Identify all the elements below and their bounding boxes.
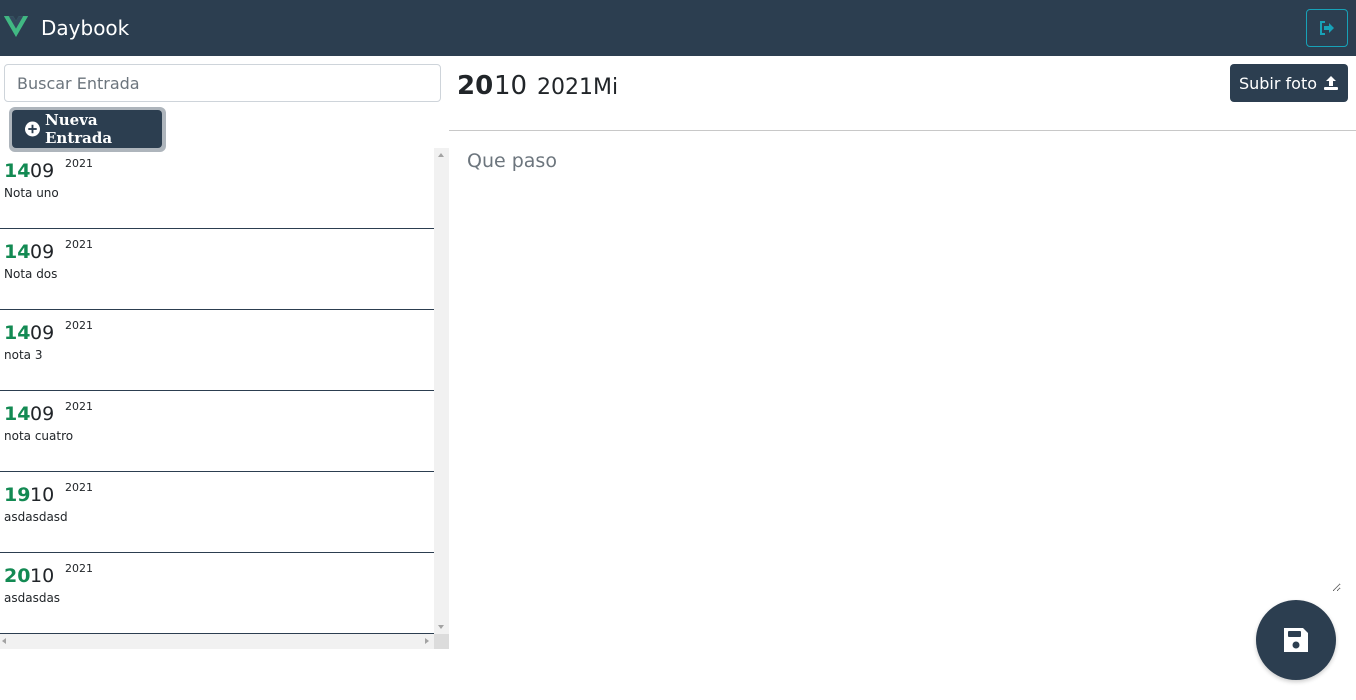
new-entry-button[interactable]: Nueva Entrada	[12, 110, 162, 148]
entry-view-year-weekday: 2021Mi	[537, 75, 619, 100]
vue-logo-icon	[4, 16, 28, 37]
entry-day: 14	[4, 322, 31, 344]
brand-title[interactable]: Daybook	[41, 14, 129, 42]
entry-day: 20	[4, 565, 31, 587]
entry-month: 10	[30, 565, 55, 587]
entry-list-horizontal-scrollbar[interactable]	[0, 634, 434, 649]
entry-text: asdasdas	[4, 591, 61, 605]
entry-day: 14	[4, 160, 31, 182]
upload-icon	[1324, 76, 1339, 90]
entry-year: 2021	[65, 400, 93, 413]
scrollbar-corner	[434, 634, 449, 649]
entry-item[interactable]: 14 09 2021 Nota dos	[0, 229, 434, 310]
new-entry-label: Nueva Entrada	[44, 111, 113, 147]
entry-text: Nota dos	[4, 267, 58, 281]
save-icon	[1284, 628, 1308, 652]
upload-photo-button[interactable]: Subir foto	[1230, 64, 1348, 102]
entry-text: nota cuatro	[4, 429, 74, 443]
search-input[interactable]	[4, 64, 441, 102]
logout-button[interactable]	[1306, 9, 1348, 47]
entry-list: 14 09 2021 Nota uno 14 09 2021 Nota dos …	[0, 148, 449, 649]
entry-view-divider	[449, 130, 1356, 131]
entry-year: 2021	[65, 562, 93, 575]
entry-item[interactable]: 19 10 2021 asdasdasd	[0, 472, 434, 553]
entry-view-month: 10	[494, 71, 528, 101]
sign-out-icon	[1320, 21, 1334, 35]
entry-month: 09	[30, 322, 55, 344]
scroll-down-icon[interactable]	[438, 625, 444, 629]
entry-month: 10	[30, 484, 55, 506]
entry-item[interactable]: 14 09 2021 nota cuatro	[0, 391, 434, 472]
entry-item[interactable]: 14 09 2021 Nota uno	[0, 148, 434, 229]
entry-item[interactable]: 14 09 2021 nota 3	[0, 310, 434, 391]
save-button[interactable]	[1256, 600, 1336, 680]
scroll-left-icon[interactable]	[2, 638, 6, 644]
navbar: Daybook	[0, 0, 1356, 56]
entry-text: asdasdasd	[4, 510, 68, 524]
entry-month: 09	[30, 160, 55, 182]
plus-circle-icon	[25, 121, 40, 137]
entry-item[interactable]: 20 10 2021 asdasdas	[0, 553, 434, 634]
upload-photo-label: Subir foto	[1238, 73, 1318, 93]
entry-day: 14	[4, 403, 31, 425]
entry-text: Nota uno	[4, 186, 59, 200]
entry-year: 2021	[65, 238, 93, 251]
scroll-up-icon[interactable]	[438, 153, 444, 157]
scroll-right-icon[interactable]	[425, 638, 429, 644]
entry-month: 09	[30, 403, 55, 425]
entry-month: 09	[30, 241, 55, 263]
entry-text: nota 3	[4, 348, 43, 362]
entry-year: 2021	[65, 157, 93, 170]
entry-day: 19	[4, 484, 31, 506]
entry-year: 2021	[65, 481, 93, 494]
entry-view-day: 20	[457, 71, 494, 101]
entry-year: 2021	[65, 319, 93, 332]
entry-list-vertical-scrollbar[interactable]	[434, 148, 449, 634]
entry-day: 14	[4, 241, 31, 263]
entry-textarea[interactable]	[457, 140, 1341, 592]
